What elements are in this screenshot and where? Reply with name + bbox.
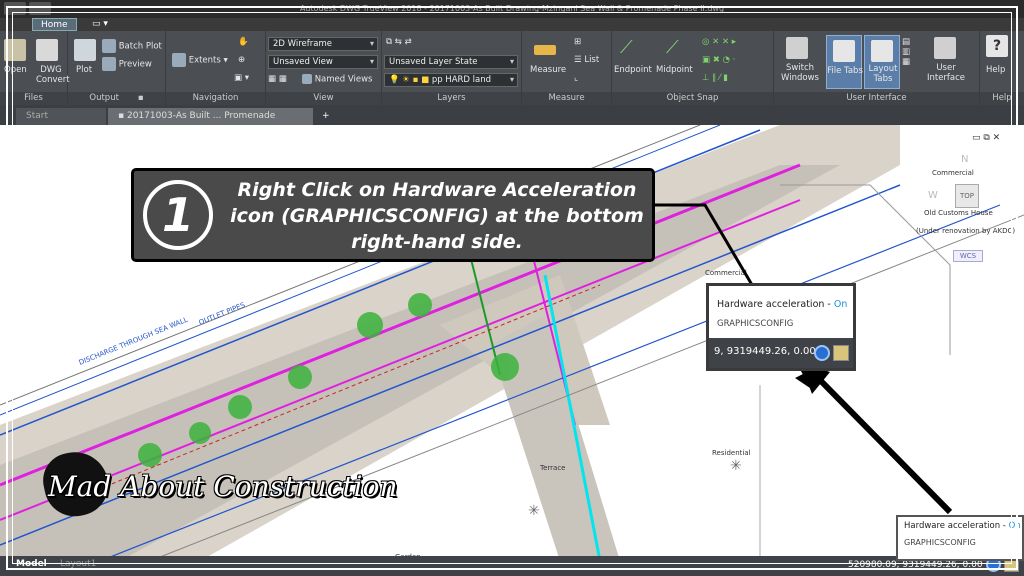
arrow-line-2 [815,375,953,515]
step-number: 1 [143,180,213,250]
pointer-arrows [652,203,953,515]
hardware-acceleration-icon[interactable] [814,345,830,361]
zoomed-coordinates: 9, 9319449.26, 0.00 [714,346,816,357]
zoomed-statusbar: 9, 9319449.26, 0.00 [709,338,853,368]
statusbar-tooltip: Hardware acceleration - On GRAPHICSCONFI… [896,515,1024,561]
statusbar-tooltip-title: Hardware acceleration - On [904,521,1021,531]
tooltip-command: GRAPHICSCONFIG [717,319,794,329]
instruction-text: Right Click on Hardware Acceleration ico… [230,179,644,253]
zoomed-tooltip: Hardware acceleration - On GRAPHICSCONFI… [706,283,856,371]
app-frame: Autodesk DWG TrueView 2018 - 20171003-As… [0,0,1024,576]
statusbar-tooltip-command: GRAPHICSCONFIG [904,538,976,547]
clean-screen-icon[interactable] [833,345,849,361]
tooltip-title: Hardware acceleration - On [717,299,848,310]
instruction-callout: 1 Right Click on Hardware Acceleration i… [131,168,655,262]
